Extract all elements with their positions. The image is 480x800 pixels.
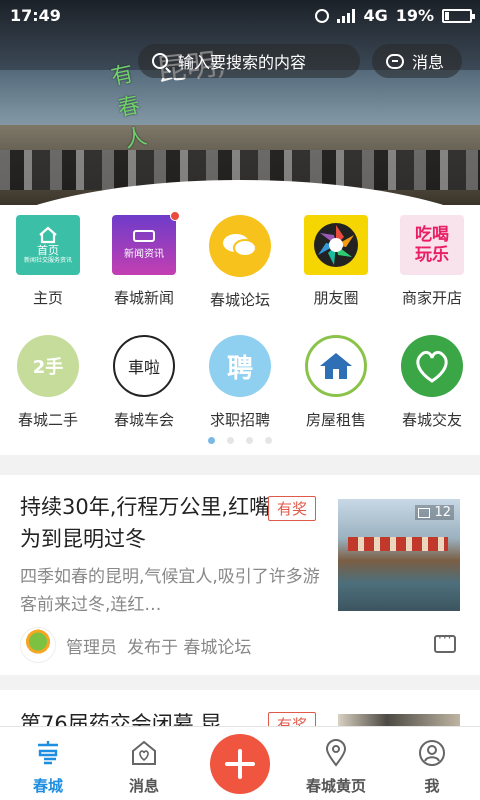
carclub-tile-text: 車啦 [127,358,160,377]
tab-label: 我 [424,777,440,795]
grid-item-label: 春城新闻 [113,289,174,307]
job-tile-text: 聘 [226,353,253,384]
tab-label: 春城 [32,777,63,795]
tab-label: 春城黄页 [305,777,366,795]
status-bar: 17:49 4G 19% [0,0,480,32]
user-icon [419,740,445,766]
home-tile-icon: 首页 新闻社交服务资讯 [16,215,80,275]
grid-item-moments[interactable]: 朋友圈 [288,215,384,308]
messages-button[interactable]: 消息 [372,44,462,78]
battery-percent: 19% [395,6,434,25]
signal-icon [337,8,356,23]
feed-card-meta: 管理员 发布于 春城论坛 [20,625,460,665]
avatar[interactable] [20,627,56,663]
banner-sea [0,70,480,130]
grid-item-label: 朋友圈 [313,289,359,307]
search-placeholder: 输入要搜索的内容 [178,53,307,72]
home-tile-sub: 新闻社交服务资讯 [23,256,72,264]
status-time: 17:49 [10,6,61,25]
author-name[interactable]: 管理员 [66,633,117,658]
comment-icon[interactable] [434,631,456,653]
home-city-icon [38,741,58,765]
dating-icon [401,335,463,397]
grid-item-label: 春城二手 [17,411,78,429]
image-count: 12 [434,505,451,520]
grid-item-home[interactable]: 首页 新闻社交服务资讯 主页 [0,215,96,308]
secondhand-tile-text: 2手 [32,357,64,378]
grid-item-label: 房屋租售 [305,411,366,429]
car-club-icon: 車啦 [113,335,175,397]
house-icon [305,335,367,397]
grid-item-housing[interactable]: 房屋租售 [288,335,384,430]
grid-item-jobs[interactable]: 聘 求职招聘 [192,335,288,430]
grid-item-carclub[interactable]: 車啦 春城车会 [96,335,192,430]
shop-tile-text-1: 吃喝 [415,225,449,245]
grid-item-label: 求职招聘 [209,411,270,429]
page-dot[interactable] [227,437,234,444]
network-type: 4G [363,6,388,25]
grid-item-news[interactable]: 新闻资讯 春城新闻 [96,211,192,308]
shop-tile-icon: 吃喝 玩乐 [400,215,464,275]
feed-card[interactable]: 持续30年,行程万公里,红嘴鸥只为到昆明过冬 有奖 四季如春的昆明,气候宜人,吸… [0,475,480,675]
grid-item-label: 春城交友 [401,411,462,429]
grid-pager [0,437,480,444]
plus-icon[interactable] [210,734,270,794]
job-icon: 聘 [209,335,271,397]
reward-tag: 有奖 [268,496,317,521]
search-icon [152,53,168,69]
grid-item-label: 主页 [32,289,63,307]
location-pin-icon [325,739,347,767]
grid-item-forum[interactable]: 春城论坛 [192,215,288,310]
grid-item-secondhand[interactable]: 2手 春城二手 [0,335,96,430]
feed-card-excerpt: 四季如春的昆明,气候宜人,吸引了许多游客前来过冬,连红… [20,567,320,615]
secondhand-icon: 2手 [17,335,79,397]
alarm-icon [315,8,330,23]
grid-item-shop[interactable]: 吃喝 玩乐 商家开店 [384,215,480,308]
shop-tile-text-2: 玩乐 [415,245,449,265]
chat-bubble-icon [386,53,404,69]
page-dot[interactable] [265,437,272,444]
news-tile-icon: 新闻资讯 [112,211,180,275]
forum-chat-icon [209,215,271,277]
battery-icon [442,8,475,23]
tab-label: 消息 [128,777,159,795]
heart-house-icon [132,740,156,765]
aperture-icon [304,215,368,275]
feed-card-thumbnail[interactable]: 12 [338,499,460,611]
messages-label: 消息 [412,53,445,72]
image-count-badge: 12 [415,505,454,520]
new-dot-badge [170,211,180,221]
published-in: 发布于 春城论坛 [127,637,252,658]
feed-card[interactable]: 第76届药交会闭幕 昆 有奖 [0,690,480,730]
grid-item-label: 商家开店 [401,289,462,307]
news-tile-text: 新闻资讯 [124,249,164,260]
page-dot[interactable] [208,437,215,444]
grid-item-label: 春城论坛 [209,291,270,309]
page-dot[interactable] [246,437,253,444]
home-tile-text: 首页 [37,243,59,257]
grid-item-dating[interactable]: 春城交友 [384,335,480,430]
grid-item-label: 春城车会 [113,411,174,429]
search-bar[interactable]: 输入要搜索的内容 [138,44,360,78]
image-icon [418,507,431,518]
feature-grid: 首页 新闻社交服务资讯 主页 新闻资讯 春城新闻 春城论坛 朋友圈 吃喝 玩乐 … [0,205,480,455]
